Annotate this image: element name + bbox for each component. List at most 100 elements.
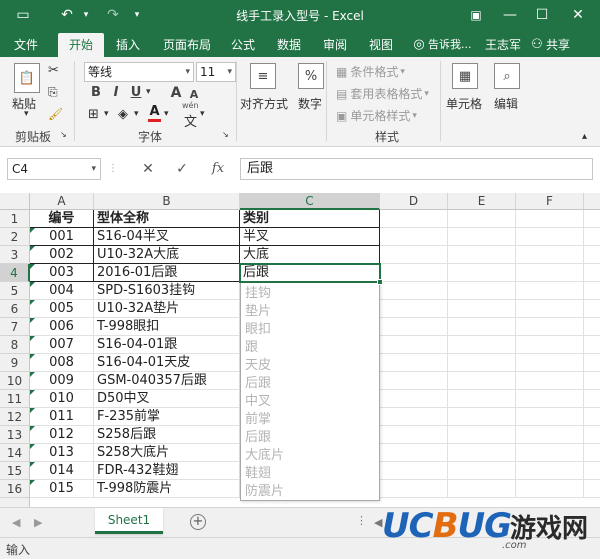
cell-f[interactable]: [516, 354, 584, 372]
cancel-icon[interactable]: ✕: [138, 158, 158, 180]
cell-f[interactable]: [516, 462, 584, 480]
cell-b[interactable]: GSM-040357后跟: [94, 372, 240, 390]
cell-d[interactable]: [380, 480, 448, 498]
autocomplete-item[interactable]: 挂钩: [245, 285, 271, 303]
clipboard-launcher-icon[interactable]: ↘: [60, 130, 67, 139]
tab-view[interactable]: 视图: [362, 33, 400, 57]
column-header-f[interactable]: F: [516, 193, 584, 210]
cell-d[interactable]: [380, 372, 448, 390]
cell-e[interactable]: [448, 282, 516, 300]
fill-color-icon[interactable]: ◈: [118, 107, 128, 122]
enter-icon[interactable]: ✓: [172, 158, 192, 180]
cell-a[interactable]: 010: [30, 390, 94, 408]
cell-d[interactable]: [380, 210, 448, 228]
autocomplete-list[interactable]: 挂钩 垫片 眼扣跟天皮 后跟 中叉 前掌 后跟 大底片 鞋翅 防震片: [240, 282, 380, 501]
cell-g[interactable]: [584, 336, 600, 354]
cell-e[interactable]: [448, 444, 516, 462]
insert-function-icon[interactable]: fx: [206, 158, 230, 180]
cell-e[interactable]: [448, 354, 516, 372]
cell-d[interactable]: [380, 318, 448, 336]
copy-icon[interactable]: ⎘: [48, 85, 58, 100]
shrink-font-button[interactable]: A: [186, 88, 202, 101]
cell-g[interactable]: [584, 390, 600, 408]
cell-b[interactable]: U10-32A大底: [94, 246, 240, 264]
cell-b[interactable]: S16-04半叉: [94, 228, 240, 246]
cell-d[interactable]: [380, 282, 448, 300]
cell-e[interactable]: [448, 210, 516, 228]
font-color-dropdown-icon[interactable]: ▾: [164, 109, 169, 119]
row-header[interactable]: 11: [0, 390, 30, 408]
underline-dropdown-icon[interactable]: ▾: [146, 87, 151, 97]
share-button[interactable]: 共享: [546, 33, 580, 57]
column-header-d[interactable]: D: [380, 193, 448, 210]
tell-me-box[interactable]: 告诉我...: [428, 33, 476, 57]
cell-e[interactable]: [448, 318, 516, 336]
table-format-button[interactable]: ▤ 套用表格格式 ▾: [336, 85, 429, 102]
column-header-a[interactable]: A: [30, 193, 94, 210]
percent-icon[interactable]: %: [298, 63, 324, 89]
cell-d[interactable]: [380, 336, 448, 354]
cell-a[interactable]: 014: [30, 462, 94, 480]
cell-c[interactable]: 大底: [240, 246, 380, 264]
cell-b[interactable]: F-235前掌: [94, 408, 240, 426]
cell-f[interactable]: [516, 480, 584, 498]
paste-dropdown-icon[interactable]: ▾: [24, 109, 29, 119]
cell-e[interactable]: [448, 426, 516, 444]
add-sheet-button[interactable]: +: [190, 514, 206, 530]
font-size-box[interactable]: 11 ▾: [196, 62, 236, 82]
cell-e[interactable]: [448, 462, 516, 480]
editing-button[interactable]: 编辑: [494, 95, 518, 112]
cell-a[interactable]: 011: [30, 408, 94, 426]
cell-f[interactable]: [516, 264, 584, 282]
name-box[interactable]: C4 ▾: [7, 158, 101, 180]
alignment-button[interactable]: 对齐方式: [240, 95, 288, 112]
phonetic-button[interactable]: 文: [184, 111, 197, 130]
cell-d[interactable]: [380, 300, 448, 318]
cell-g[interactable]: [584, 462, 600, 480]
row-header[interactable]: [0, 498, 30, 507]
search-icon[interactable]: ⌕: [494, 63, 520, 89]
cell-e[interactable]: [448, 246, 516, 264]
cell-d[interactable]: [380, 264, 448, 282]
cell-g[interactable]: [584, 246, 600, 264]
cell-f[interactable]: [516, 282, 584, 300]
autocomplete-item[interactable]: 眼扣: [245, 321, 271, 339]
cell-a[interactable]: 012: [30, 426, 94, 444]
row-header[interactable]: 15: [0, 462, 30, 480]
autocomplete-item[interactable]: 大底片: [245, 447, 284, 465]
cell-b[interactable]: 型体全称: [94, 210, 240, 228]
cell-b[interactable]: S258大底片: [94, 444, 240, 462]
cell-a[interactable]: 009: [30, 372, 94, 390]
row-header[interactable]: 13: [0, 426, 30, 444]
cell-b[interactable]: U10-32A垫片: [94, 300, 240, 318]
row-header[interactable]: 6: [0, 300, 30, 318]
cell-b[interactable]: S258后跟: [94, 426, 240, 444]
tab-page-layout[interactable]: 页面布局: [158, 33, 216, 57]
select-all-corner[interactable]: [0, 193, 30, 210]
cell-style-button[interactable]: ▣ 单元格样式 ▾: [336, 107, 417, 124]
font-name-box[interactable]: 等线 ▾: [84, 62, 194, 82]
phonetic-dropdown-icon[interactable]: ▾: [200, 109, 205, 119]
row-header[interactable]: 16: [0, 480, 30, 498]
ribbon-display-options-icon[interactable]: ▣: [462, 4, 490, 26]
cell-g[interactable]: [584, 354, 600, 372]
cell-e[interactable]: [448, 390, 516, 408]
tab-split-grip-icon[interactable]: ⋮: [356, 514, 367, 527]
cell-g[interactable]: [584, 228, 600, 246]
cell-g[interactable]: [584, 300, 600, 318]
cell-g[interactable]: [584, 408, 600, 426]
cell-f[interactable]: [516, 300, 584, 318]
previous-sheet-icon[interactable]: ◀: [12, 516, 20, 529]
cell-e[interactable]: [448, 372, 516, 390]
cell-g[interactable]: [584, 372, 600, 390]
cell-g[interactable]: [584, 444, 600, 462]
column-header-c[interactable]: C: [240, 193, 380, 210]
cell-d[interactable]: [380, 408, 448, 426]
row-header[interactable]: 7: [0, 318, 30, 336]
cell-g[interactable]: [584, 318, 600, 336]
cell-f[interactable]: [516, 372, 584, 390]
cell-f[interactable]: [516, 210, 584, 228]
column-header-g[interactable]: [584, 193, 600, 210]
autocomplete-item[interactable]: 防震片: [245, 483, 284, 501]
autocomplete-item[interactable]: 天皮: [245, 357, 271, 375]
